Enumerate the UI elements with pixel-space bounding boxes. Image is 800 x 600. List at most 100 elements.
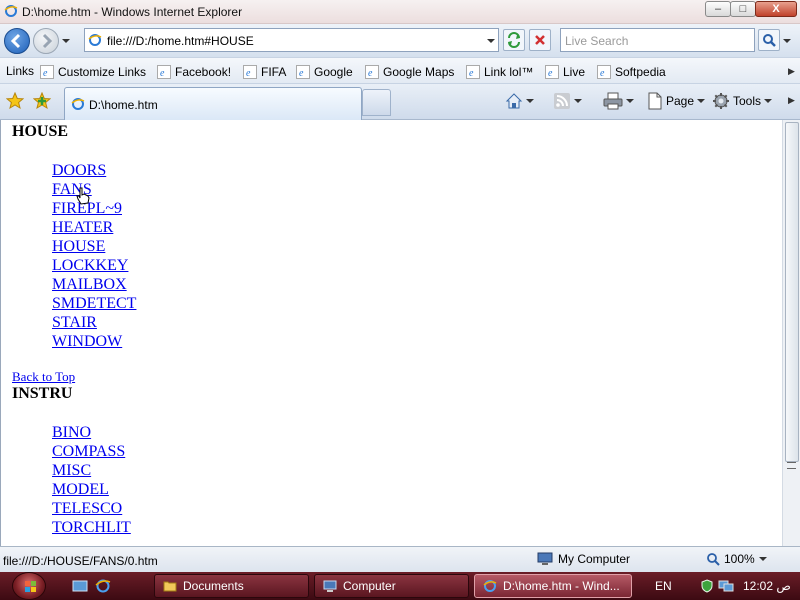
close-button[interactable]: X (755, 1, 797, 17)
link-smdetect[interactable]: SMDETECT (52, 295, 136, 312)
list-item: SMDETECT (52, 294, 136, 313)
list-item: COMPASS (52, 442, 131, 461)
print-button[interactable] (603, 90, 634, 112)
link-mailbox[interactable]: MAILBOX (52, 276, 127, 293)
navigation-bar: file:///D:/home.htm#HOUSE Live Search (0, 24, 800, 57)
taskbar-button-documents[interactable]: Documents (154, 574, 309, 598)
svg-text:e: e (299, 68, 304, 79)
link-customize-links[interactable]: e Customize Links (40, 62, 146, 82)
chevron-down-icon (764, 99, 773, 103)
svg-text:e: e (600, 68, 605, 79)
forward-button[interactable] (33, 28, 59, 54)
link-window[interactable]: WINDOW (52, 333, 122, 350)
minimize-button[interactable]: – (705, 1, 731, 17)
link-house[interactable]: HOUSE (52, 238, 105, 255)
back-button[interactable] (4, 28, 30, 54)
link-label: Google Maps (383, 65, 455, 79)
ie-icon: e (365, 65, 379, 79)
svg-text:e: e (469, 68, 474, 79)
link-misc[interactable]: MISC (52, 462, 91, 479)
link-label: Google (314, 65, 353, 79)
vertical-scrollbar[interactable] (782, 120, 800, 546)
link-heater[interactable]: HEATER (52, 219, 113, 236)
link-model[interactable]: MODEL (52, 481, 109, 498)
ie-icon: e (243, 65, 257, 79)
link-bino[interactable]: BINO (52, 424, 91, 441)
link-lockkey[interactable]: LOCKKEY (52, 257, 128, 274)
address-bar[interactable]: file:///D:/home.htm#HOUSE (84, 28, 499, 52)
svg-text:e: e (246, 68, 251, 79)
scrollbar-thumb[interactable] (785, 122, 799, 462)
link-link-lol[interactable]: e Link lol™ (466, 62, 533, 82)
page-icon (88, 34, 102, 46)
new-tab-button[interactable] (362, 89, 391, 116)
status-bar: file:///D:/HOUSE/FANS/0.htm My Computer … (0, 546, 800, 572)
security-shield-icon[interactable] (700, 579, 714, 593)
recent-pages-dropdown-icon[interactable] (62, 37, 70, 45)
list-item: BINO (52, 423, 131, 442)
svg-text:e: e (368, 68, 373, 79)
add-favorite-icon[interactable] (33, 92, 51, 110)
search-options-dropdown-icon[interactable] (783, 37, 791, 45)
svg-text:e: e (160, 68, 165, 79)
link-google[interactable]: e Google (296, 62, 353, 82)
clock: 12:02 ص (743, 579, 791, 593)
search-input[interactable]: Live Search (560, 28, 755, 52)
language-indicator[interactable]: EN (655, 579, 672, 593)
link-label: Softpedia (615, 65, 666, 79)
window-title: D:\home.htm - Windows Internet Explorer (22, 5, 243, 19)
favorites-star-icon[interactable] (6, 92, 24, 110)
list-item: MISC (52, 461, 131, 480)
search-button[interactable] (758, 29, 780, 51)
taskbar: Documents Computer D:\home.htm - Wind...… (0, 572, 800, 600)
close-icon (535, 35, 545, 45)
link-facebook[interactable]: e Facebook! (157, 62, 231, 82)
feeds-button[interactable] (553, 90, 582, 112)
back-to-top-link[interactable]: Back to Top (12, 369, 75, 385)
maximize-button[interactable]: □ (730, 1, 756, 17)
windows-logo-icon (25, 581, 36, 592)
tools-menu-button[interactable]: Tools (712, 90, 773, 112)
page-icon (648, 92, 662, 110)
link-stair[interactable]: STAIR (52, 314, 97, 331)
link-label: Live (563, 65, 586, 79)
start-button[interactable] (12, 572, 46, 600)
computer-icon (323, 580, 337, 592)
link-google-maps[interactable]: e Google Maps (365, 62, 454, 82)
taskbar-button-ie[interactable]: D:\home.htm - Wind... (474, 574, 632, 598)
gear-icon (713, 93, 729, 109)
refresh-button[interactable] (503, 29, 525, 51)
page-menu-button[interactable]: Page (647, 90, 706, 112)
address-text[interactable]: file:///D:/home.htm#HOUSE (107, 34, 254, 48)
network-icon[interactable] (718, 579, 734, 593)
list-item: STAIR (52, 313, 136, 332)
home-icon (505, 93, 523, 109)
show-desktop-icon[interactable] (72, 578, 88, 594)
link-torchlit[interactable]: TORCHLIT (52, 519, 131, 536)
link-softpedia[interactable]: e Softpedia (597, 62, 666, 82)
link-live[interactable]: e Live (545, 62, 585, 82)
chevron-right-icon[interactable]: ▶ (788, 95, 795, 106)
chevron-right-icon[interactable]: ▶ (788, 66, 795, 77)
links-label: Links (6, 64, 35, 78)
ie-icon: e (597, 65, 611, 79)
link-doors[interactable]: DOORS (52, 162, 106, 179)
zoom-level: 100% (724, 552, 755, 566)
link-telesco[interactable]: TELESCO (52, 500, 122, 517)
instru-link-list: BINO COMPASS MISC MODEL TELESCO TORCHLIT (52, 423, 131, 537)
ie-icon[interactable] (95, 578, 111, 594)
tab-title: D:\home.htm (89, 98, 158, 112)
list-item: FIREPL~9 (52, 199, 136, 218)
link-compass[interactable]: COMPASS (52, 443, 125, 460)
address-dropdown-icon[interactable] (487, 37, 495, 45)
taskbar-button-computer[interactable]: Computer (314, 574, 469, 598)
page-content: HOUSE DOORS FANS FIREPL~9 HEATER HOUSE L… (0, 120, 782, 546)
security-zone[interactable]: My Computer (537, 551, 630, 567)
zoom-control[interactable]: 100% (706, 552, 767, 566)
printer-icon (603, 92, 623, 110)
ie-icon (4, 5, 18, 17)
link-fifa[interactable]: e FIFA (243, 62, 286, 82)
tab-home[interactable]: D:\home.htm (64, 87, 362, 120)
stop-button[interactable] (529, 29, 551, 51)
home-button[interactable] (505, 90, 534, 112)
